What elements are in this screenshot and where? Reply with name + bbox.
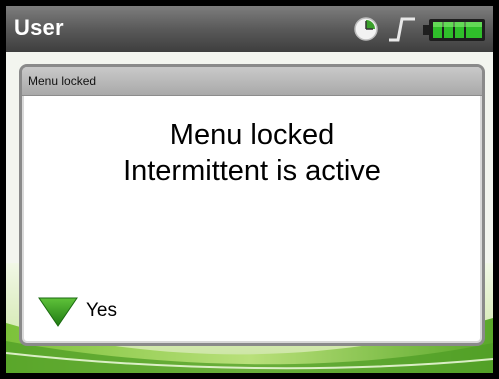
dialog-header: Menu locked [22,67,482,96]
down-triangle-icon [38,297,78,327]
status-icons [349,14,489,44]
dialog-message: Menu locked Intermittent is active [22,117,482,189]
message-line-2: Intermittent is active [123,155,381,187]
title-bar: User [6,6,493,52]
message-line-1: Menu locked [169,119,335,151]
yes-label: Yes [86,300,117,321]
clock-icon [354,17,378,41]
menu-locked-dialog: Menu locked Menu locked Intermittent is … [19,64,485,346]
battery-icon [423,19,485,41]
signal-step-icon [389,17,415,42]
window-title: User [14,15,64,40]
device-frame: User Menu locked Menu locked Intermitten… [0,0,499,379]
dialog-title: Menu locked [28,74,97,88]
screen: User Menu locked Menu locked Intermitten… [6,6,493,373]
yes-button[interactable]: Yes [38,293,158,333]
